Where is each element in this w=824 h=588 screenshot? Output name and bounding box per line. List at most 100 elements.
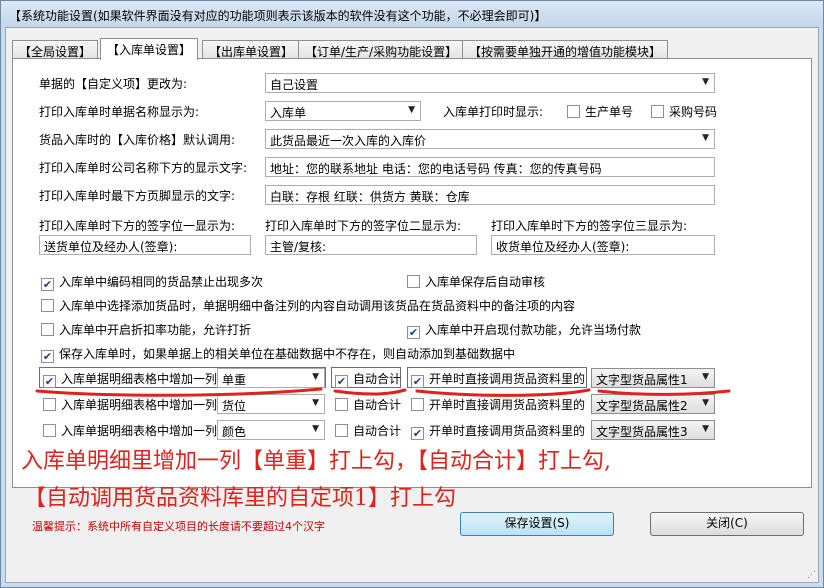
- checkbox-box: [411, 398, 424, 411]
- footer-text-label: 打印入库单时最下方页脚显示的文字:: [39, 189, 236, 203]
- attribute-1-select[interactable]: 文字型货品属性1 ▼: [591, 368, 715, 388]
- option-no-duplicate-code[interactable]: ✔ 入库单中编码相同的货品禁止出现多次: [41, 273, 264, 291]
- price-default-select[interactable]: 此货品最近一次入库的入库价 ▼: [265, 129, 715, 149]
- auto-sum-3-checkbox[interactable]: 自动合计: [335, 422, 401, 438]
- custom-item-select[interactable]: 自己设置 ▼: [265, 73, 715, 93]
- chevron-down-icon: ▼: [702, 372, 709, 382]
- price-default-value: 此货品最近一次入库的入库价: [270, 134, 427, 148]
- option-discount[interactable]: 入库单中开启折扣率功能，允许打折: [41, 321, 251, 337]
- option-cash-payment[interactable]: ✔ 入库单中开启现付款功能，允许当场付款: [407, 321, 641, 339]
- settings-window: 【系统功能设置(如果软件界面没有对应的功能项则表示该版本的软件没有这个功能，不必…: [0, 0, 824, 588]
- checkbox-box: [407, 275, 420, 288]
- extra-col-2-checkbox[interactable]: 入库单据明细表格中增加一列: [43, 396, 217, 412]
- sign2-field[interactable]: 主管/复核:: [265, 235, 477, 255]
- attribute-3-value: 文字型货品属性3: [596, 425, 688, 439]
- company-text-field[interactable]: 地址：您的联系地址 电话：您的电话号码 传真：您的传真号码: [265, 157, 715, 177]
- chevron-down-icon: ▼: [702, 398, 709, 408]
- custom-item-value: 自己设置: [270, 78, 319, 92]
- hint-text: 温馨提示：系统中所有自定义项目的长度请不要超过4个汉字: [32, 520, 325, 533]
- attribute-2-select[interactable]: 文字型货品属性2 ▼: [591, 394, 715, 414]
- option-auto-add-unit[interactable]: ✔ 保存入库单时，如果单据上的相关单位在基础数据中不存在，则自动添加到基础数据中: [41, 345, 516, 363]
- tab-stock-out-settings[interactable]: 【出库单设置】: [202, 40, 301, 59]
- production-no-label: 生产单号: [585, 105, 634, 119]
- checkbox-box: [335, 424, 348, 437]
- sign3-field[interactable]: 收货单位及经办人(签章):: [491, 235, 715, 255]
- extra-col-3-checkbox[interactable]: 入库单据明细表格中增加一列: [43, 422, 217, 438]
- checkbox-box: [567, 105, 580, 118]
- tab-global-settings[interactable]: 【全局设置】: [12, 40, 99, 59]
- extra-col-2-value: 货位: [222, 399, 247, 413]
- doc-name-value: 入库单: [270, 106, 307, 120]
- purchase-no-checkbox[interactable]: 采购号码: [651, 103, 717, 119]
- checkbox-box: [41, 299, 54, 312]
- chevron-down-icon: ▼: [702, 424, 709, 434]
- checkbox-box: [335, 398, 348, 411]
- checkbox-box: ✔: [43, 375, 56, 388]
- checkbox-box: [651, 105, 664, 118]
- resize-grip-icon[interactable]: ⋰: [807, 571, 816, 580]
- chevron-down-icon: ▼: [702, 133, 709, 143]
- annotation-line-1: 入库单明细里增加一列【单重】打上勾，【自动合计】打上勾,: [21, 449, 611, 474]
- sign3-label: 打印入库单时下方的签字位三显示为:: [491, 219, 688, 233]
- custom-item-label: 单据的【自定义项】更改为:: [39, 77, 188, 91]
- option-label: 入库单中编码相同的货品禁止出现多次: [59, 275, 264, 289]
- extra-col-1-checkbox[interactable]: ✔ 入库单据明细表格中增加一列: [43, 370, 218, 388]
- auto-sum-1-checkbox[interactable]: ✔ 自动合计: [335, 370, 402, 388]
- save-button[interactable]: 保存设置(S): [460, 512, 614, 536]
- direct-call-1-checkbox[interactable]: ✔ 开单时直接调用货品资料里的: [411, 370, 586, 388]
- auto-sum-2-checkbox[interactable]: 自动合计: [335, 396, 401, 412]
- checkbox-box: ✔: [335, 375, 348, 388]
- direct-call-3-checkbox[interactable]: ✔ 开单时直接调用货品资料里的: [411, 422, 586, 440]
- extra-col-2-select[interactable]: 货位 ▼: [217, 394, 325, 414]
- print-show-label: 入库单打印时显示:: [443, 105, 544, 119]
- extra-col-label: 入库单据明细表格中增加一列: [61, 424, 218, 438]
- option-label: 入库单中选择添加货品时，单据明细中备注列的内容自动调用该货品在货品资料中的备注项…: [59, 299, 576, 313]
- stock-in-settings-panel: 单据的【自定义项】更改为: 自己设置 ▼ 打印入库单时单据名称显示为: 入库单 …: [12, 58, 812, 488]
- chevron-down-icon: ▼: [408, 105, 415, 115]
- extra-col-3-value: 颜色: [222, 425, 247, 439]
- option-auto-audit[interactable]: 入库单保存后自动审核: [407, 273, 545, 289]
- extra-col-1-value: 单重: [222, 373, 247, 387]
- attribute-2-value: 文字型货品属性2: [596, 399, 688, 413]
- direct-call-label: 开单时直接调用货品资料里的: [429, 424, 586, 438]
- checkbox-box: [41, 323, 54, 336]
- production-no-checkbox[interactable]: 生产单号: [567, 103, 633, 119]
- window-title: 【系统功能设置(如果软件界面没有对应的功能项则表示该版本的软件没有这个功能，不必…: [1, 1, 823, 27]
- footer-text-field[interactable]: 白联：存根 红联：供货方 黄联：仓库: [265, 185, 715, 205]
- checkbox-box: ✔: [407, 326, 420, 339]
- tab-order-production-purchase[interactable]: 【订单/生产/采购功能设置】: [298, 40, 465, 59]
- extra-col-label: 入库单据明细表格中增加一列: [61, 372, 218, 386]
- checkbox-box: [43, 424, 56, 437]
- extra-col-label: 入库单据明细表格中增加一列: [61, 398, 218, 412]
- close-button[interactable]: 关闭(C): [650, 512, 804, 536]
- auto-sum-label: 自动合计: [353, 424, 402, 438]
- attribute-3-select[interactable]: 文字型货品属性3 ▼: [591, 420, 715, 440]
- checkbox-box: ✔: [411, 427, 424, 440]
- option-auto-remark[interactable]: 入库单中选择添加货品时，单据明细中备注列的内容自动调用该货品在货品资料中的备注项…: [41, 297, 575, 313]
- direct-call-label: 开单时直接调用货品资料里的: [429, 398, 586, 412]
- attribute-1-value: 文字型货品属性1: [596, 373, 688, 387]
- annotation-line-2: 【自动调用货品资料库里的自定项1】打上勾: [24, 486, 456, 511]
- tab-value-added-modules[interactable]: 【按需要单独开通的增值功能模块】: [462, 40, 669, 59]
- checkbox-box: ✔: [41, 278, 54, 291]
- auto-sum-label: 自动合计: [353, 372, 402, 386]
- doc-name-label: 打印入库单时单据名称显示为:: [39, 105, 200, 119]
- chevron-down-icon: ▼: [702, 77, 709, 87]
- direct-call-2-checkbox[interactable]: 开单时直接调用货品资料里的: [411, 396, 585, 412]
- checkbox-box: ✔: [41, 350, 54, 363]
- option-label: 保存入库单时，如果单据上的相关单位在基础数据中不存在，则自动添加到基础数据中: [59, 347, 516, 361]
- extra-col-1-select[interactable]: 单重 ▼: [217, 368, 325, 388]
- option-label: 入库单保存后自动审核: [425, 275, 546, 289]
- price-default-label: 货品入库时的【入库价格】默认调用:: [39, 133, 236, 147]
- sign1-label: 打印入库单时下方的签字位一显示为:: [39, 219, 236, 233]
- company-text-label: 打印入库单时公司名称下方的显示文字:: [39, 161, 248, 175]
- extra-col-3-select[interactable]: 颜色 ▼: [217, 420, 325, 440]
- option-label: 入库单中开启折扣率功能，允许打折: [59, 323, 252, 337]
- direct-call-label: 开单时直接调用货品资料里的: [429, 372, 586, 386]
- sign2-label: 打印入库单时下方的签字位二显示为:: [265, 219, 462, 233]
- sign1-field[interactable]: 送货单位及经办人(签章):: [39, 235, 251, 255]
- doc-name-select[interactable]: 入库单 ▼: [265, 101, 421, 121]
- checkbox-box: ✔: [411, 375, 424, 388]
- tab-stock-in-settings[interactable]: 【入库单设置】: [100, 38, 199, 60]
- dialog-client: 【全局设置】 【入库单设置】 【出库单设置】 【订单/生产/采购功能设置】 【按…: [5, 27, 819, 583]
